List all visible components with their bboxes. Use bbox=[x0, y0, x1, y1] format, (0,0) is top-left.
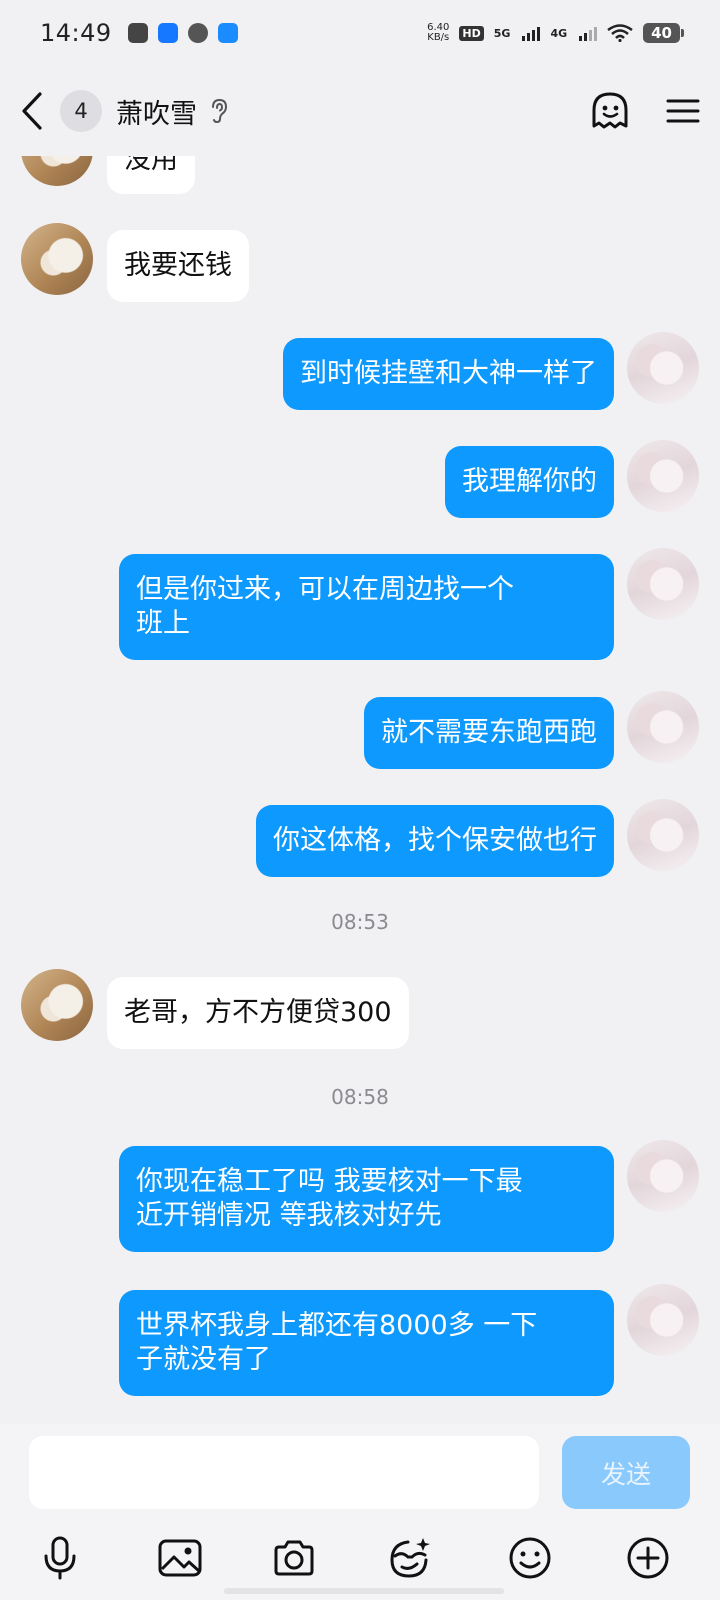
network-speed: 6.40 KB/s bbox=[427, 22, 450, 43]
sticker-icon bbox=[390, 1538, 430, 1578]
wifi-icon bbox=[607, 24, 633, 42]
status-bar: 14:49 6.40 KB/s HD 5G 4G 40 bbox=[0, 0, 720, 66]
my-avatar[interactable] bbox=[627, 1284, 699, 1356]
signal-icon bbox=[522, 25, 541, 41]
image-button[interactable] bbox=[150, 1528, 210, 1588]
sim1-tech: 5G bbox=[493, 26, 511, 40]
header-actions bbox=[590, 91, 700, 131]
ear-icon bbox=[212, 98, 228, 124]
menu-icon[interactable] bbox=[666, 98, 700, 124]
message-bubble-incoming[interactable]: 老哥，方不方便贷300 bbox=[107, 977, 409, 1049]
sim2-tech: 4G bbox=[550, 26, 568, 40]
my-avatar[interactable] bbox=[627, 548, 699, 620]
link-icon bbox=[187, 23, 208, 43]
face-icon[interactable] bbox=[590, 91, 630, 131]
send-button[interactable]: 发送 bbox=[562, 1436, 690, 1509]
voice-button[interactable] bbox=[30, 1528, 90, 1588]
message-bubble-outgoing[interactable]: 但是你过来，可以在周边找一个 班上 bbox=[119, 554, 614, 660]
more-button[interactable] bbox=[618, 1528, 678, 1588]
message-bubble-outgoing[interactable]: 你现在稳工了吗 我要核对一下最 近开销情况 等我核对好先 bbox=[119, 1146, 614, 1252]
my-avatar[interactable] bbox=[627, 799, 699, 871]
home-indicator[interactable] bbox=[224, 1588, 504, 1594]
contact-avatar[interactable] bbox=[21, 969, 93, 1041]
camera-icon bbox=[274, 1540, 314, 1576]
camera-button[interactable] bbox=[264, 1528, 324, 1588]
back-icon bbox=[22, 92, 42, 130]
alipay-icon bbox=[157, 23, 178, 43]
message-bubble-incoming[interactable]: 没用 bbox=[107, 156, 195, 194]
message-bubble-outgoing[interactable]: 我理解你的 bbox=[445, 446, 614, 518]
microphone-icon bbox=[44, 1536, 76, 1580]
contact-name[interactable]: 萧吹雪 bbox=[116, 92, 197, 131]
ear-mode-button[interactable] bbox=[209, 98, 229, 124]
plus-icon bbox=[627, 1537, 669, 1579]
message-bubble-incoming[interactable]: 我要还钱 bbox=[107, 230, 249, 302]
battery-indicator: 40 bbox=[643, 23, 684, 43]
contact-avatar[interactable] bbox=[21, 223, 93, 295]
wifi-app-icon bbox=[217, 23, 238, 43]
input-area: 发送 bbox=[0, 1424, 720, 1600]
signal2-icon bbox=[579, 25, 598, 41]
message-timestamp: 08:53 bbox=[331, 910, 389, 934]
my-avatar[interactable] bbox=[627, 691, 699, 763]
image-icon bbox=[158, 1539, 202, 1577]
my-avatar[interactable] bbox=[627, 1140, 699, 1212]
input-toolbar bbox=[0, 1528, 720, 1588]
message-bubble-outgoing[interactable]: 到时候挂壁和大神一样了 bbox=[283, 338, 614, 410]
status-time: 14:49 bbox=[40, 19, 112, 47]
emoji-icon bbox=[509, 1537, 551, 1579]
back-button[interactable] bbox=[20, 89, 56, 133]
emoji-button[interactable] bbox=[500, 1528, 560, 1588]
message-timestamp: 08:58 bbox=[331, 1085, 389, 1109]
my-avatar[interactable] bbox=[627, 332, 699, 404]
mail-icon bbox=[127, 23, 148, 43]
message-bubble-outgoing[interactable]: 世界杯我身上都还有8000多 一下 子就没有了 bbox=[119, 1290, 614, 1396]
hd-badge: HD bbox=[459, 25, 484, 41]
chat-message-list[interactable]: 没用 我要还钱 到时候挂壁和大神一样了 我理解你的 但是你过来，可以在周边找一个… bbox=[0, 156, 720, 1424]
message-input[interactable] bbox=[29, 1436, 539, 1509]
message-bubble-outgoing[interactable]: 就不需要东跑西跑 bbox=[364, 697, 614, 769]
chat-header: 4 萧吹雪 bbox=[0, 66, 720, 156]
message-bubble-outgoing[interactable]: 你这体格，找个保安做也行 bbox=[256, 805, 614, 877]
contact-avatar[interactable] bbox=[21, 156, 93, 186]
my-avatar[interactable] bbox=[627, 440, 699, 512]
sticker-button[interactable] bbox=[380, 1528, 440, 1588]
status-app-icons bbox=[127, 23, 238, 43]
unread-count-badge[interactable]: 4 bbox=[60, 90, 102, 132]
status-indicators: 6.40 KB/s HD 5G 4G 40 bbox=[427, 22, 684, 43]
